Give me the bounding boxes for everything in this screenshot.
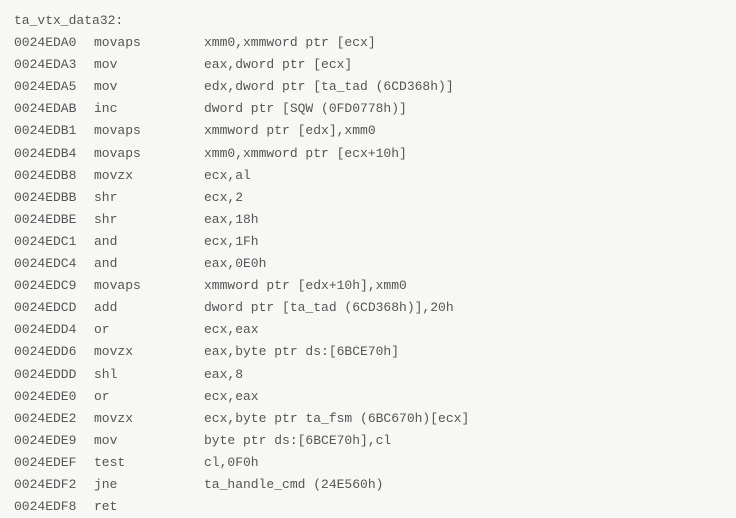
asm-mnemonic: shl — [94, 364, 204, 386]
asm-address: 0024EDC9 — [14, 275, 94, 297]
asm-operands: edx,dword ptr [ta_tad (6CD368h)] — [204, 76, 454, 98]
asm-address: 0024EDC4 — [14, 253, 94, 275]
asm-operands: dword ptr [SQW (0FD0778h)] — [204, 98, 407, 120]
asm-mnemonic: or — [94, 319, 204, 341]
asm-operands: ecx,eax — [204, 386, 259, 408]
asm-operands: ecx,1Fh — [204, 231, 259, 253]
asm-address: 0024EDEF — [14, 452, 94, 474]
asm-mnemonic: test — [94, 452, 204, 474]
asm-line: 0024EDC4andeax,0E0h — [14, 253, 722, 275]
asm-operands: xmm0,xmmword ptr [ecx] — [204, 32, 376, 54]
asm-line: 0024EDBEshreax,18h — [14, 209, 722, 231]
asm-mnemonic: shr — [94, 209, 204, 231]
asm-line: 0024EDCDadddword ptr [ta_tad (6CD368h)],… — [14, 297, 722, 319]
asm-address: 0024EDBB — [14, 187, 94, 209]
asm-address: 0024EDBE — [14, 209, 94, 231]
asm-line: 0024EDB8movzxecx,al — [14, 165, 722, 187]
asm-mnemonic: movzx — [94, 408, 204, 430]
asm-operands: ecx,al — [204, 165, 251, 187]
asm-mnemonic: mov — [94, 76, 204, 98]
asm-line: 0024EDF2jneta_handle_cmd (24E560h) — [14, 474, 722, 496]
label-text: ta_vtx_data32: — [14, 13, 123, 28]
asm-line: 0024EDC9movapsxmmword ptr [edx+10h],xmm0 — [14, 275, 722, 297]
asm-operands: eax,18h — [204, 209, 259, 231]
asm-address: 0024EDB4 — [14, 143, 94, 165]
asm-mnemonic: jne — [94, 474, 204, 496]
asm-mnemonic: mov — [94, 430, 204, 452]
asm-line: 0024EDB4movapsxmm0,xmmword ptr [ecx+10h] — [14, 143, 722, 165]
asm-operands: eax,dword ptr [ecx] — [204, 54, 352, 76]
asm-operands: ecx,2 — [204, 187, 243, 209]
asm-line: 0024EDE9movbyte ptr ds:[6BCE70h],cl — [14, 430, 722, 452]
asm-line: 0024EDB1movapsxmmword ptr [edx],xmm0 — [14, 120, 722, 142]
asm-line: 0024EDA5movedx,dword ptr [ta_tad (6CD368… — [14, 76, 722, 98]
asm-address: 0024EDA0 — [14, 32, 94, 54]
asm-body: 0024EDA0movapsxmm0,xmmword ptr [ecx]0024… — [14, 32, 722, 518]
asm-mnemonic: add — [94, 297, 204, 319]
asm-address: 0024EDCD — [14, 297, 94, 319]
asm-operands: dword ptr [ta_tad (6CD368h)],20h — [204, 297, 454, 319]
asm-line: 0024EDA0movapsxmm0,xmmword ptr [ecx] — [14, 32, 722, 54]
asm-mnemonic: mov — [94, 54, 204, 76]
asm-address: 0024EDC1 — [14, 231, 94, 253]
asm-mnemonic: shr — [94, 187, 204, 209]
asm-listing: ta_vtx_data32: 0024EDA0movapsxmm0,xmmwor… — [14, 10, 722, 518]
asm-mnemonic: movaps — [94, 143, 204, 165]
asm-address: 0024EDD4 — [14, 319, 94, 341]
asm-mnemonic: and — [94, 231, 204, 253]
asm-operands: eax,byte ptr ds:[6BCE70h] — [204, 341, 399, 363]
asm-address: 0024EDE0 — [14, 386, 94, 408]
asm-operands: byte ptr ds:[6BCE70h],cl — [204, 430, 391, 452]
asm-operands: ecx,eax — [204, 319, 259, 341]
asm-mnemonic: and — [94, 253, 204, 275]
asm-operands: eax,0E0h — [204, 253, 266, 275]
asm-mnemonic: ret — [94, 496, 204, 518]
asm-address: 0024EDB8 — [14, 165, 94, 187]
asm-line: 0024EDDDshleax,8 — [14, 364, 722, 386]
asm-address: 0024EDA5 — [14, 76, 94, 98]
asm-operands: xmm0,xmmword ptr [ecx+10h] — [204, 143, 407, 165]
asm-line: 0024EDD6movzxeax,byte ptr ds:[6BCE70h] — [14, 341, 722, 363]
asm-line: 0024EDE2movzxecx,byte ptr ta_fsm (6BC670… — [14, 408, 722, 430]
asm-mnemonic: inc — [94, 98, 204, 120]
asm-address: 0024EDAB — [14, 98, 94, 120]
asm-operands: xmmword ptr [edx],xmm0 — [204, 120, 376, 142]
asm-operands: ecx,byte ptr ta_fsm (6BC670h)[ecx] — [204, 408, 469, 430]
asm-operands: eax,8 — [204, 364, 243, 386]
asm-address: 0024EDA3 — [14, 54, 94, 76]
asm-line: 0024EDA3moveax,dword ptr [ecx] — [14, 54, 722, 76]
asm-line: 0024EDABincdword ptr [SQW (0FD0778h)] — [14, 98, 722, 120]
asm-address: 0024EDD6 — [14, 341, 94, 363]
asm-address: 0024EDE2 — [14, 408, 94, 430]
asm-address: 0024EDF2 — [14, 474, 94, 496]
asm-label: ta_vtx_data32: — [14, 10, 722, 32]
asm-mnemonic: movzx — [94, 165, 204, 187]
asm-address: 0024EDDD — [14, 364, 94, 386]
asm-address: 0024EDB1 — [14, 120, 94, 142]
asm-line: 0024EDE0orecx,eax — [14, 386, 722, 408]
asm-mnemonic: movaps — [94, 120, 204, 142]
asm-mnemonic: movzx — [94, 341, 204, 363]
asm-line: 0024EDD4orecx,eax — [14, 319, 722, 341]
asm-mnemonic: or — [94, 386, 204, 408]
asm-address: 0024EDF8 — [14, 496, 94, 518]
asm-line: 0024EDC1andecx,1Fh — [14, 231, 722, 253]
asm-line: 0024EDF8ret — [14, 496, 722, 518]
asm-line: 0024EDBBshrecx,2 — [14, 187, 722, 209]
asm-line: 0024EDEFtestcl,0F0h — [14, 452, 722, 474]
asm-mnemonic: movaps — [94, 275, 204, 297]
asm-operands: cl,0F0h — [204, 452, 259, 474]
asm-operands: xmmword ptr [edx+10h],xmm0 — [204, 275, 407, 297]
asm-operands: ta_handle_cmd (24E560h) — [204, 474, 383, 496]
asm-mnemonic: movaps — [94, 32, 204, 54]
asm-address: 0024EDE9 — [14, 430, 94, 452]
